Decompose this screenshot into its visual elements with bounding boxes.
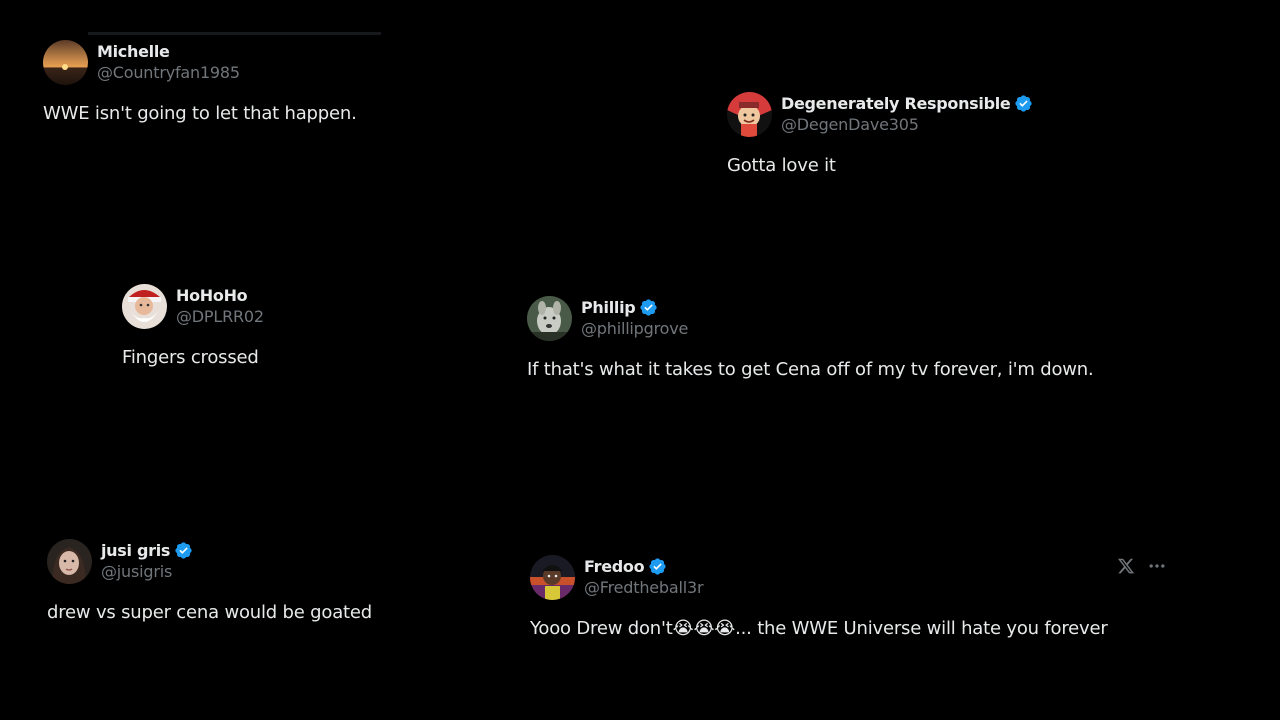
tweet-michelle: Michelle @Countryfan1985 WWE isn't going…: [43, 32, 383, 130]
verified-badge-icon: [648, 557, 667, 576]
tweet-text: WWE isn't going to let that happen.: [43, 103, 357, 124]
user-names: Degenerately Responsible @DegenDave305: [781, 92, 1033, 134]
verified-badge-icon: [639, 298, 658, 317]
display-name[interactable]: Degenerately Responsible: [781, 94, 1011, 113]
divider: [88, 32, 381, 35]
avatar[interactable]: [727, 92, 772, 137]
tweet-text-after: ... the WWE Universe will hate you forev…: [735, 618, 1108, 639]
tweet-hohoho: HoHoHo @DPLRR02 Fingers crossed: [122, 284, 362, 374]
display-name[interactable]: Michelle: [97, 42, 170, 61]
tweet-jusigris: jusi gris @jusigris drew vs super cena w…: [47, 539, 407, 629]
verified-badge-icon: [174, 541, 193, 560]
more-options-icon[interactable]: [1147, 556, 1167, 576]
tweet-text: If that's what it takes to get Cena off …: [527, 359, 1094, 380]
user-handle[interactable]: @Countryfan1985: [97, 63, 240, 82]
crying-emoji-icon: 😭😭😭: [672, 618, 736, 639]
user-names: Fredoo @Fredtheball3r: [584, 555, 704, 598]
tweet-text: Gotta love it: [727, 155, 836, 176]
display-name[interactable]: jusi gris: [101, 541, 170, 560]
display-name[interactable]: HoHoHo: [176, 286, 248, 305]
user-names: Michelle @Countryfan1985: [97, 40, 240, 83]
avatar[interactable]: [527, 296, 572, 341]
tweet-degendave: Degenerately Responsible @DegenDave305 G…: [727, 92, 1047, 182]
user-names: jusi gris @jusigris: [101, 539, 193, 581]
tweet-fredoo: Fredoo @Fredtheball3r Yooo Drew don't😭😭😭…: [530, 555, 1150, 645]
tweet-phillip: Phillip @phillipgrove If that's what it …: [527, 296, 1127, 386]
tweet-text: drew vs super cena would be goated: [47, 602, 372, 623]
display-name[interactable]: Fredoo: [584, 557, 645, 576]
avatar[interactable]: [122, 284, 167, 329]
user-names: Phillip @phillipgrove: [581, 296, 688, 339]
tweet-text: Fingers crossed: [122, 347, 259, 368]
x-logo-icon[interactable]: [1117, 557, 1135, 575]
user-names: HoHoHo @DPLRR02: [176, 284, 264, 327]
avatar[interactable]: [530, 555, 575, 600]
user-handle[interactable]: @Fredtheball3r: [584, 578, 704, 597]
user-handle[interactable]: @DPLRR02: [176, 307, 264, 326]
user-handle[interactable]: @phillipgrove: [581, 319, 688, 338]
avatar[interactable]: [47, 539, 92, 584]
display-name[interactable]: Phillip: [581, 298, 636, 317]
user-handle[interactable]: @jusigris: [101, 562, 193, 581]
verified-badge-icon: [1014, 94, 1033, 113]
user-handle[interactable]: @DegenDave305: [781, 115, 1033, 134]
tweet-text-before: Yooo Drew don't: [530, 618, 673, 639]
tweet-text: Yooo Drew don't😭😭😭... the WWE Universe w…: [530, 618, 1108, 639]
avatar[interactable]: [43, 40, 88, 85]
